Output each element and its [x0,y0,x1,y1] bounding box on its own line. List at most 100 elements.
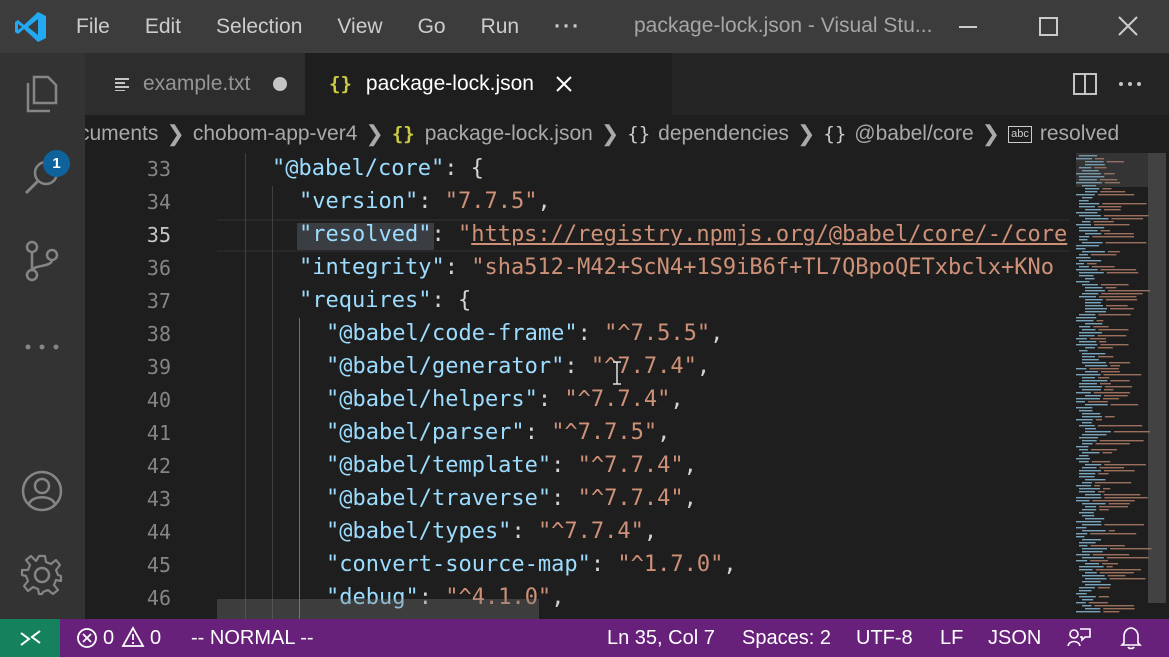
more-actions-icon[interactable] [1115,69,1145,99]
close-tab-icon[interactable] [555,75,573,93]
chevron-right-icon: ❯ [166,121,185,146]
json-string-value: "7.7.5" [444,189,538,214]
breadcrumb-folder-documents[interactable]: cuments [85,122,158,146]
json-comma: , [683,486,697,511]
breadcrumb-dependencies[interactable]: dependencies [658,122,789,146]
line-ending[interactable]: LF [940,627,963,650]
menu-go[interactable]: Go [418,15,446,39]
line-number: 42 [146,454,171,478]
tab-example-txt[interactable]: example.txt [85,53,305,115]
code-line[interactable]: 37 "requires": { [85,285,1070,318]
editor-tabs: example.txt {} package-lock.json [85,53,1169,115]
vim-mode: -- NORMAL -- [191,627,314,649]
json-key: "@babel/code-frame" [326,321,578,346]
json-file-icon: {} [391,123,415,145]
warning-icon[interactable] [121,626,145,648]
code-text: "@babel/template": "^7.7.4", [326,453,697,478]
notifications-bell-icon[interactable] [1120,626,1142,650]
object-icon: {} [627,123,651,145]
json-key: "@babel/template" [326,453,552,478]
code-line[interactable]: 40 "@babel/helpers": "^7.7.4", [85,384,1070,417]
breadcrumb-resolved[interactable]: resolved [1040,122,1119,146]
more-views-icon[interactable] [20,325,64,369]
code-line[interactable]: 43 "@babel/traverse": "^7.7.4", [85,483,1070,516]
text-file-icon [115,78,129,91]
maximize-icon[interactable] [1032,11,1064,43]
tab-label: package-lock.json [365,72,534,95]
json-key: "convert-source-map" [326,552,591,577]
menu-edit[interactable]: Edit [145,15,181,39]
json-punctuation: : [564,354,591,379]
json-comma: , [723,552,737,577]
menu-file[interactable]: File [76,15,110,39]
json-punctuation: : [590,552,618,577]
menu-selection[interactable]: Selection [216,15,302,39]
text-cursor-icon [613,361,621,385]
object-icon: {} [823,123,847,145]
horizontal-scrollbar[interactable] [217,599,539,619]
feedback-icon[interactable] [1066,626,1092,650]
code-editor[interactable]: 33 "@babel/core": {34 "version": "7.7.5", 3… [85,153,1070,619]
minimap-viewport[interactable] [1076,153,1148,187]
code-text: "requires": { [299,288,471,313]
minimize-icon[interactable] [952,11,984,43]
code-line[interactable]: 42 "@babel/template": "^7.7.4", [85,450,1070,483]
error-icon[interactable] [76,627,98,649]
code-line[interactable]: 39 "@babel/generator": "^7.7.4", [85,351,1070,384]
menu-bar: File Edit Selection View Go Run ··· [76,0,616,53]
json-key: "@babel/types" [326,519,512,544]
json-comma: , [551,585,565,610]
json-comma: , [696,354,711,379]
unsaved-dot-icon[interactable] [273,77,287,91]
code-line[interactable]: 44 "@babel/types": "^7.7.4", [85,516,1070,549]
close-window-icon[interactable] [1112,11,1144,43]
code-text: "@babel/types": "^7.7.4", [326,519,657,544]
json-key: "requires" [299,288,432,313]
string-icon: abc [1008,125,1032,143]
source-control-icon[interactable] [20,239,64,283]
code-line[interactable]: 45 "convert-source-map": "^1.7.0", [85,549,1070,582]
json-comma: , [710,321,724,346]
breadcrumb-folder-project[interactable]: chobom-app-ver4 [193,122,358,146]
vertical-scrollbar[interactable] [1148,153,1166,603]
code-line[interactable]: 36 "integrity": "sha512-M42+ScN4+1S9iB6f+… [85,252,1070,285]
json-comma: , [537,189,551,214]
line-number: 41 [146,421,171,445]
indentation[interactable]: Spaces: 2 [742,627,831,650]
code-line[interactable]: 33 "@babel/core": { [85,153,1070,186]
json-string-value: "^7.5.5" [604,321,711,346]
code-line[interactable]: 35 "resolved": "https://registry.npmjs.or… [85,219,1070,252]
menu-more[interactable]: ··· [554,15,581,39]
accounts-icon[interactable] [20,469,64,513]
json-string-value: "^7.7.4" [537,519,644,544]
code-text: "@babel/traverse": "^7.7.4", [326,486,697,511]
breadcrumb-babel-core[interactable]: @babel/core [854,122,973,146]
json-key: "@babel/traverse" [326,486,552,511]
language-mode[interactable]: JSON [988,627,1041,650]
settings-gear-icon[interactable] [20,553,64,597]
remote-indicator[interactable] [0,619,60,657]
breadcrumb-file[interactable]: package-lock.json [425,122,593,146]
line-number: 36 [146,256,171,280]
json-string-value: "^7.7.4" [577,453,684,478]
line-number: 34 [146,190,171,214]
split-editor-icon[interactable] [1070,69,1100,99]
menu-run[interactable]: Run [481,15,520,39]
chevron-right-icon: ❯ [365,121,384,146]
code-text: "@babel/core": { [272,156,484,181]
code-line[interactable]: 34 "version": "7.7.5", [85,186,1070,219]
json-key: "integrity" [299,255,445,280]
activity-bar: 1 [0,53,85,619]
encoding[interactable]: UTF-8 [856,627,913,650]
menu-view[interactable]: View [337,15,382,39]
code-line[interactable]: 38 "@babel/code-frame": "^7.5.5", [85,318,1070,351]
warning-count[interactable]: 0 [150,627,161,650]
json-key: "resolved" [299,222,432,247]
tab-package-lock-json[interactable]: {} package-lock.json [305,53,672,115]
explorer-icon[interactable] [20,71,64,115]
cursor-position[interactable]: Ln 35, Col 7 [607,627,715,650]
error-count[interactable]: 0 [103,627,114,650]
code-line[interactable]: 41 "@babel/parser": "^7.7.5", [85,417,1070,450]
json-string-value: "^7.7.4" [590,354,697,379]
code-text: "@babel/helpers": "^7.7.4", [326,387,684,412]
